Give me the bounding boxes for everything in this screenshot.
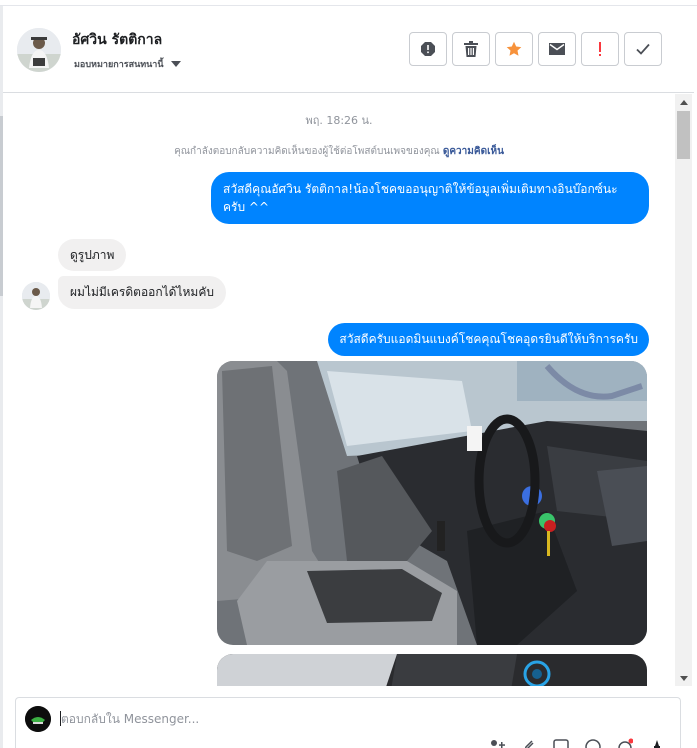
payment-icon[interactable]: [616, 738, 634, 748]
message-timestamp: พฤ. 18:26 น.: [305, 114, 373, 127]
sender-avatar[interactable]: [22, 282, 50, 310]
message-bubble-outgoing[interactable]: สวัสดีครับแอดมินแบงค์โชคคุณโชคอุดรยินดีใ…: [328, 323, 649, 356]
message-bubble-outgoing[interactable]: สวัสดีคุณอัศวิน รัตติกาล!น้องโชคขออนุญาต…: [211, 172, 649, 224]
scroll-up-arrow-icon[interactable]: [675, 94, 692, 110]
thread-scrollbar[interactable]: [675, 94, 692, 686]
composer-toolbar: [488, 738, 666, 748]
reply-input[interactable]: ตอบกลับใน Messenger...: [60, 710, 481, 729]
mark-unread-button[interactable]: [538, 32, 576, 66]
spam-button[interactable]: [581, 32, 619, 66]
message-bubble-incoming[interactable]: ผมไม่มีเครดิตออกได้ไหมคับ: [58, 276, 226, 309]
delete-button[interactable]: [452, 32, 490, 66]
attachment-icon[interactable]: [520, 738, 538, 748]
conversation-header: อัศวิน รัตติกาล มอบหมายการสนทนานี้: [3, 6, 694, 93]
spam-icon: [599, 42, 601, 56]
assign-label: มอบหมายการสนทนานี้: [74, 60, 164, 70]
star-button[interactable]: [495, 32, 533, 66]
reply-composer: ตอบกลับใน Messenger...: [15, 697, 681, 748]
caret-down-icon: [170, 61, 181, 67]
assign-conversation-dropdown[interactable]: มอบหมายการสนทนานี้: [74, 57, 181, 71]
message-thread[interactable]: พฤ. 18:26 น. คุณกำลังตอบกลับความคิดเห็นข…: [3, 94, 675, 686]
scroll-down-arrow-icon[interactable]: [675, 670, 692, 686]
car-interior-photo[interactable]: [217, 361, 647, 645]
contact-avatar[interactable]: [17, 28, 61, 72]
comment-reply-notice: คุณกำลังตอบกลับความคิดเห็นของผู้ใช้ต่อโพ…: [3, 144, 675, 159]
report-button[interactable]: [409, 32, 447, 66]
message-bubble-incoming[interactable]: ดูรูปภาพ: [58, 239, 127, 271]
checkmark-icon: [636, 43, 650, 55]
emoji-icon[interactable]: [584, 738, 602, 748]
page-avatar: [25, 706, 51, 732]
like-icon[interactable]: [648, 738, 666, 748]
report-icon: [421, 42, 435, 56]
notice-text: คุณกำลังตอบกลับความคิดเห็นของผู้ใช้ต่อโพ…: [174, 146, 440, 157]
add-person-icon[interactable]: [488, 738, 506, 748]
scrollbar-thumb[interactable]: [677, 111, 690, 159]
trash-icon: [464, 41, 478, 57]
view-comment-link[interactable]: ดูความคิดเห็น: [443, 146, 504, 157]
image-icon[interactable]: [552, 738, 570, 748]
mail-icon: [549, 43, 565, 55]
mark-done-button[interactable]: [624, 32, 662, 66]
contact-name[interactable]: อัศวิน รัตติกาล: [72, 29, 162, 51]
conversation-actions: [409, 32, 662, 66]
car-dashboard-photo[interactable]: [217, 654, 647, 686]
star-icon: [506, 41, 522, 56]
